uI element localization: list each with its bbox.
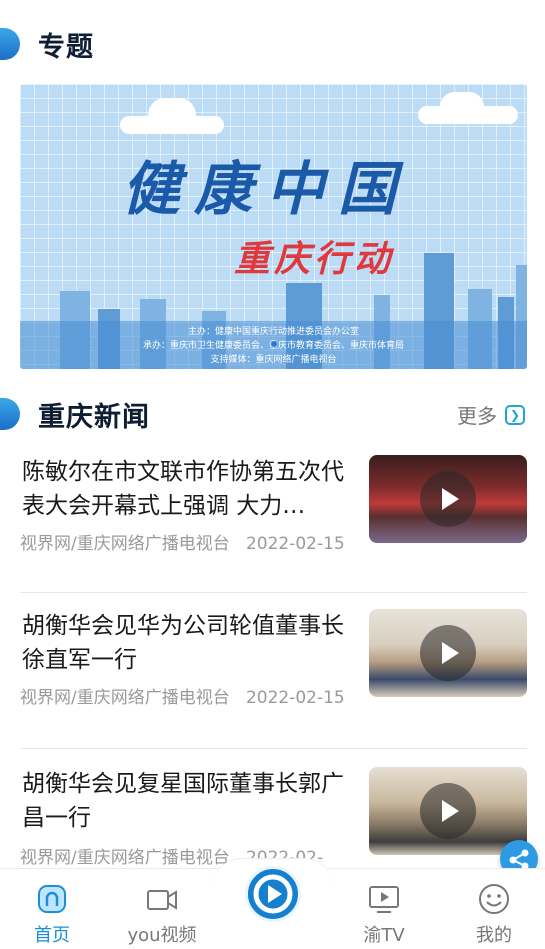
banner-credit-media: 支持媒体：重庆网络广播电视台	[210, 355, 337, 365]
news-thumbnail[interactable]	[369, 455, 527, 543]
section-accent-bar	[0, 398, 20, 430]
play-icon[interactable]	[420, 625, 476, 681]
divider	[20, 592, 527, 593]
tab-mine-label: 我的	[476, 925, 512, 946]
tab-home[interactable]: 首页	[2, 869, 102, 949]
news-title: 陈敏尔在市文联市作协第五次代表大会开幕式上强调 大力…	[22, 459, 344, 519]
news-title: 胡衡华会见华为公司轮值董事长徐直军一行	[22, 613, 344, 673]
more-news-link[interactable]: 更多 ❯	[457, 400, 525, 429]
app-logo-icon	[253, 874, 293, 914]
news-source: 视界网/重庆网络广播电视台	[20, 688, 230, 708]
news-thumbnail[interactable]	[369, 609, 527, 697]
chevron-right-icon: ❯	[505, 404, 525, 425]
smiley-face-icon	[479, 884, 509, 914]
news-date: 2022-02-15	[245, 534, 345, 554]
tab-mine[interactable]: 我的	[444, 869, 544, 949]
news-title: 胡衡华会见复星国际董事长郭广昌一行	[22, 771, 344, 831]
home-icon	[38, 885, 66, 913]
news-item[interactable]: 陈敏尔在市文联市作协第五次代表大会开幕式上强调 大力… 视界网/重庆网络广播电视…	[20, 455, 527, 585]
section-accent-bar	[0, 28, 20, 60]
tab-yu-tv[interactable]: 渝TV	[334, 869, 434, 949]
news-item[interactable]: 胡衡华会见华为公司轮值董事长徐直军一行 视界网/重庆网络广播电视台 2022-0…	[20, 609, 527, 739]
news-source: 视界网/重庆网络广播电视台	[20, 848, 230, 868]
app-logo-button[interactable]	[245, 866, 301, 922]
topics-title: 专题	[38, 31, 94, 63]
cloud-decoration	[148, 98, 196, 132]
tab-yu-tv-label: 渝TV	[363, 925, 405, 946]
tv-icon	[369, 886, 399, 913]
tab-home-label: 首页	[34, 925, 70, 946]
cloud-decoration	[440, 92, 484, 122]
banner-subheadline: 重庆行动	[234, 239, 395, 280]
divider	[20, 748, 527, 749]
banner-headline: 健康中国	[122, 155, 411, 223]
tab-you-video-label: you视频	[127, 925, 197, 946]
more-label: 更多	[457, 404, 497, 428]
pagination-dot-active[interactable]	[270, 341, 277, 347]
news-meta: 视界网/重庆网络广播电视台 2022-02-15	[20, 533, 350, 555]
news-source: 视界网/重庆网络广播电视台	[20, 534, 230, 554]
topic-banner[interactable]: 健康中国 重庆行动 主办：健康中国重庆行动推进委员会办公室 承办：重庆市卫生健康…	[20, 84, 527, 369]
video-camera-icon	[147, 890, 177, 910]
news-section-title: 重庆新闻	[38, 401, 150, 433]
news-meta: 视界网/重庆网络广播电视台 2022-02-15	[20, 687, 350, 709]
news-date: 2022-02-15	[245, 688, 345, 708]
banner-pagination	[20, 332, 527, 351]
play-icon[interactable]	[420, 471, 476, 527]
topics-header: 专题	[0, 24, 545, 64]
play-icon[interactable]	[420, 783, 476, 839]
tab-you-video[interactable]: you视频	[112, 869, 212, 949]
